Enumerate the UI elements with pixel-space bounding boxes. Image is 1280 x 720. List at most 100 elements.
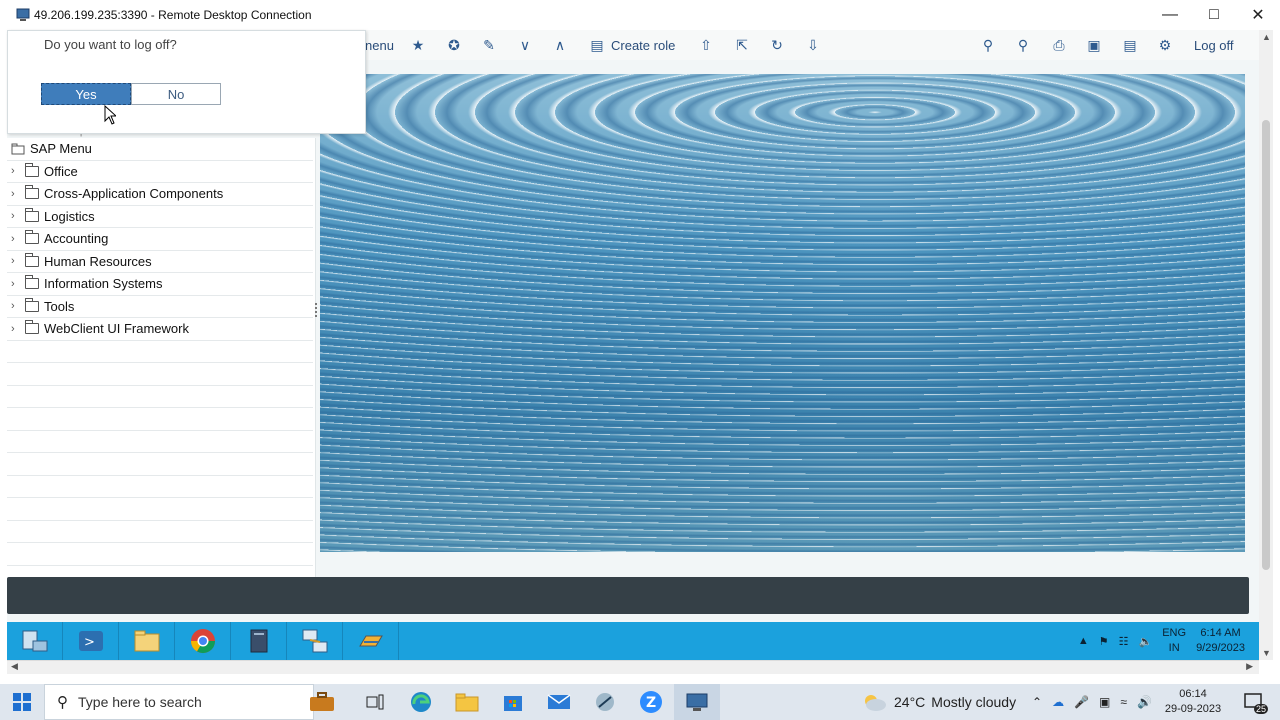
chevron-right-icon[interactable]: › (11, 300, 25, 312)
chevron-right-icon[interactable]: › (11, 165, 25, 177)
tree-item-office[interactable]: › Office (7, 161, 313, 183)
microphone-icon[interactable]: 🎤 (1074, 695, 1089, 709)
search-more-icon[interactable]: ⚲ (1013, 30, 1033, 60)
remote-date: 9/29/2023 (1196, 642, 1245, 654)
briefcase-icon[interactable] (292, 684, 352, 720)
tree-item-webclient-ui[interactable]: › WebClient UI Framework (7, 318, 313, 341)
taskbar-clock[interactable]: 06:14 29-09-2023 (1160, 684, 1226, 720)
zoom-icon[interactable]: Z (628, 684, 674, 720)
close-button[interactable]: ✕ (1236, 0, 1280, 30)
flag-icon[interactable]: ⚑ (1099, 635, 1109, 648)
network-icon[interactable]: ☷ (1119, 635, 1129, 648)
tree-item-label: WebClient UI Framework (44, 321, 189, 337)
tree-item-logistics[interactable]: › Logistics (7, 206, 313, 228)
battery-icon[interactable]: ▣ (1099, 695, 1110, 709)
folder-icon (25, 275, 39, 290)
remote-clock[interactable]: 6:14 AM 9/29/2023 (1196, 626, 1245, 656)
create-role-icon: ▤ (590, 36, 604, 53)
chevron-right-icon[interactable]: › (11, 188, 25, 200)
taskbar-search-box[interactable]: ⚲ Type here to search (44, 684, 314, 720)
tree-empty-row (7, 476, 313, 498)
speaker-icon[interactable]: 🔈 (1139, 635, 1153, 648)
edge-icon[interactable] (398, 684, 444, 720)
transfer-icon[interactable]: ↻ (767, 30, 787, 60)
volume-icon[interactable]: 🔊 (1137, 695, 1152, 709)
onedrive-icon[interactable]: ☁ (1052, 695, 1064, 709)
notifications-button[interactable]: 25 (1236, 684, 1272, 720)
minimize-button[interactable]: — (1148, 0, 1192, 30)
create-role-button[interactable]: ▤ Create role (587, 30, 675, 60)
log-off-button[interactable]: Log off (1194, 30, 1234, 60)
favorites-icon[interactable]: ✪ (444, 30, 464, 60)
remote-file-explorer-icon[interactable] (119, 622, 175, 660)
maximize-button[interactable]: □ (1192, 0, 1236, 30)
remote-desktop-icon (16, 8, 30, 21)
file-explorer-icon[interactable] (444, 684, 490, 720)
remote-network-icon[interactable] (287, 622, 343, 660)
show-hidden-icons-icon[interactable]: ⌃ (1032, 695, 1042, 709)
tree-item-tools[interactable]: › Tools (7, 296, 313, 318)
chevron-right-icon[interactable]: › (11, 233, 25, 245)
sap-menu-root[interactable]: SAP Menu (7, 138, 313, 161)
horizontal-scrollbar[interactable]: ◀ ▶ (7, 660, 1259, 674)
tree-item-human-resources[interactable]: › Human Resources (7, 251, 313, 273)
vertical-scroll-thumb[interactable] (1262, 120, 1270, 570)
start-button[interactable] (0, 684, 44, 720)
chevron-down-icon[interactable]: ∨ (515, 30, 535, 60)
chevron-up-icon[interactable]: ∧ (550, 30, 570, 60)
tree-item-label: Information Systems (44, 276, 163, 292)
remote-powershell-icon[interactable]: > (63, 622, 119, 660)
remote-chrome-icon[interactable] (175, 622, 231, 660)
remote-desktop-taskbar-icon[interactable] (674, 684, 720, 720)
add-favorite-icon[interactable]: ★ (408, 30, 428, 60)
print-icon[interactable]: ⎙ (1049, 30, 1069, 60)
create-role-label: Create role (611, 37, 676, 53)
tree-item-cross-application[interactable]: › Cross-Application Components (7, 183, 313, 206)
edit-pencil-icon[interactable]: ✎ (479, 30, 499, 60)
scroll-right-icon[interactable]: ▶ (1246, 661, 1253, 672)
rdp-window-title: 49.206.199.235:3390 - Remote Desktop Con… (34, 8, 312, 22)
folder-icon (25, 207, 39, 222)
remote-server-manager-icon[interactable] (7, 622, 63, 660)
cloudy-weather-icon (865, 695, 886, 711)
chevron-right-icon[interactable]: › (11, 210, 25, 222)
export-icon[interactable]: ⇱ (732, 30, 752, 60)
weather-widget[interactable]: 24°C Mostly cloudy (860, 684, 1016, 720)
search-placeholder: Type here to search (78, 694, 202, 710)
new-window-icon[interactable]: ▣ (1084, 30, 1104, 60)
no-button[interactable]: No (131, 83, 221, 105)
layout-icon[interactable]: ▤ (1120, 30, 1140, 60)
remote-book-icon[interactable] (231, 622, 287, 660)
folder-icon (25, 297, 39, 312)
mail-icon[interactable] (536, 684, 582, 720)
remote-language[interactable]: ENG IN (1162, 626, 1186, 656)
snipping-tool-icon[interactable] (582, 684, 628, 720)
panel-splitter[interactable] (315, 303, 318, 317)
tree-item-information-systems[interactable]: › Information Systems (7, 273, 313, 296)
remote-sap-logon-icon[interactable] (343, 622, 399, 660)
scroll-down-icon[interactable]: ▼ (1262, 648, 1271, 658)
upload-icon[interactable]: ⇧ (696, 30, 716, 60)
yes-button[interactable]: Yes (41, 83, 131, 105)
tray-chevron-up-icon[interactable]: ▲ (1078, 635, 1089, 647)
download-icon[interactable]: ⇩ (803, 30, 823, 60)
menu-label[interactable]: nenu (365, 30, 394, 60)
settings-icon[interactable]: ⚙ (1155, 30, 1175, 60)
sap-menu-tree: SAP Menu › Office › Cross-Application Co… (7, 138, 316, 578)
task-view-icon[interactable] (352, 684, 398, 720)
chevron-right-icon[interactable]: › (11, 278, 25, 290)
search-icon[interactable]: ⚲ (978, 30, 998, 60)
weather-temp: 24°C (894, 694, 926, 710)
tree-item-accounting[interactable]: › Accounting (7, 228, 313, 251)
wifi-icon[interactable]: ≈ (1120, 695, 1127, 709)
store-icon[interactable] (490, 684, 536, 720)
chevron-right-icon[interactable]: › (11, 323, 25, 335)
scroll-left-icon[interactable]: ◀ (11, 661, 18, 672)
tree-empty-row (7, 498, 313, 521)
vertical-scrollbar[interactable]: ▲ ▼ (1259, 30, 1273, 660)
chevron-right-icon[interactable]: › (11, 255, 25, 267)
clock-date: 29-09-2023 (1164, 703, 1222, 715)
folder-icon (25, 230, 39, 245)
scroll-up-icon[interactable]: ▲ (1262, 32, 1271, 42)
tree-item-label: Accounting (44, 231, 109, 247)
